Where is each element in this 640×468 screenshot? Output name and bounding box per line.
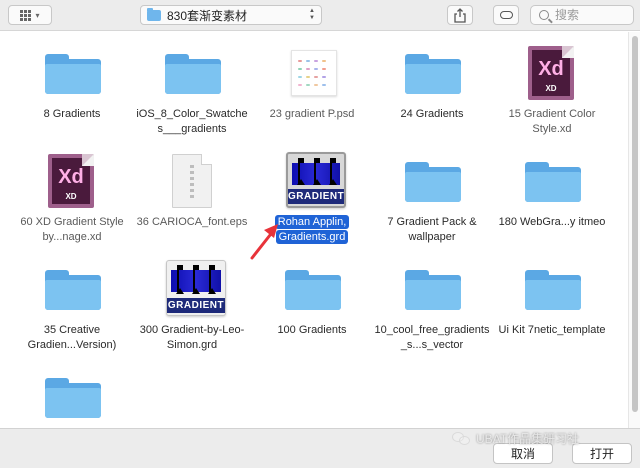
file-name: 7 Gradient Pack & wallpaper: [387, 216, 477, 243]
gradient-file-icon: GRADIENT: [286, 152, 346, 208]
folder-icon: [147, 7, 161, 21]
file-item-7-gradient-pack[interactable]: 7 Gradient Pack & wallpaper: [372, 148, 492, 245]
toolbar: ▾ 830套渐变素材 ▲ ▼: [0, 0, 640, 31]
file-name: 100 Gradients: [277, 324, 347, 336]
file-item-24-gradients[interactable]: 24 Gradients: [372, 40, 492, 122]
file-item-100-gradients[interactable]: 100 Gradients: [252, 256, 372, 338]
file-item-8-gradients[interactable]: 8 Gradients: [12, 40, 132, 122]
file-name: 15 Gradient Color Style.xd: [508, 108, 596, 135]
open-button[interactable]: 打开: [572, 443, 632, 464]
file-name: 8 Gradients: [43, 108, 101, 120]
folder-icon: [285, 270, 341, 310]
file-item-15-gradient-xd[interactable]: Xd XD 15 Gradient Color Style.xd: [492, 40, 612, 137]
xd-file-icon: Xd XD: [528, 46, 574, 100]
share-button[interactable]: [447, 5, 473, 25]
file-browser: 8 Gradients iOS_8_Color_Swatches___gradi…: [0, 32, 628, 428]
folder-icon: [405, 162, 461, 202]
search-input[interactable]: [555, 8, 625, 22]
up-down-arrows-icon: ▲ ▼: [309, 8, 315, 21]
scrollbar-thumb[interactable]: [632, 36, 638, 412]
search-icon: [539, 10, 549, 20]
file-name: 10_cool_free_gradients_s...s_vector: [374, 324, 490, 351]
folder-icon: [165, 54, 221, 94]
file-name: 23 gradient P.psd: [269, 108, 355, 120]
file-name: iOS_8_Color_Swatches___gradients: [136, 108, 248, 135]
tag-button[interactable]: [493, 5, 519, 25]
file-item-carioca-eps[interactable]: 36 CARIOCA_font.eps: [132, 148, 252, 230]
file-name: 60 XD Gradient Style by...nage.xd: [20, 216, 124, 243]
file-name: Ui Kit 7netic_template: [498, 324, 606, 336]
file-item-10-cool-free[interactable]: 10_cool_free_gradients_s...s_vector: [372, 256, 492, 353]
folder-icon: [405, 54, 461, 94]
file-item-ui-kit[interactable]: Ui Kit 7netic_template: [492, 256, 612, 338]
file-name: 300 Gradient-by-Leo-Simon.grd: [139, 324, 245, 351]
file-item-ios8-swatches[interactable]: iOS_8_Color_Swatches___gradients: [132, 40, 252, 137]
watermark: UBAT作品集研习社: [452, 430, 579, 447]
file-item-folder[interactable]: [12, 364, 132, 428]
file-item-300-gradient-grd[interactable]: GRADIENT 300 Gradient-by-Leo-Simon.grd: [132, 256, 252, 353]
file-item-35-creative[interactable]: 35 Creative Gradien...Version): [12, 256, 132, 353]
path-popup[interactable]: 830套渐变素材 ▲ ▼: [140, 5, 322, 25]
file-item-23-gradient-psd[interactable]: 23 gradient P.psd: [252, 40, 372, 122]
share-icon: [454, 7, 466, 23]
red-arrow-icon: [250, 224, 278, 260]
file-name: 24 Gradients: [400, 108, 464, 120]
folder-icon: [405, 270, 461, 310]
file-name: 180 WebGra...y itmeo: [498, 216, 606, 228]
file-name: 35 Creative Gradien...Version): [27, 324, 117, 351]
tag-icon: [499, 11, 513, 19]
folder-icon: [525, 270, 581, 310]
file-item-180-webgradients[interactable]: 180 WebGra...y itmeo: [492, 148, 612, 230]
gradient-file-icon: GRADIENT: [166, 260, 226, 316]
psd-thumbnail-icon: [291, 50, 337, 96]
wechat-icon: [452, 431, 472, 446]
folder-icon: [525, 162, 581, 202]
chevron-down-icon: ▾: [35, 10, 40, 20]
xd-file-icon: Xd XD: [48, 154, 94, 208]
vertical-scrollbar[interactable]: [628, 32, 640, 428]
file-name: 36 CARIOCA_font.eps: [136, 216, 248, 228]
current-folder-label: 830套渐变素材: [167, 8, 248, 23]
watermark-text: UBAT作品集研习社: [476, 432, 580, 446]
folder-icon: [45, 270, 101, 310]
icon-grid-icon: [20, 9, 32, 21]
file-item-60-xd-gradient[interactable]: Xd XD 60 XD Gradient Style by...nage.xd: [12, 148, 132, 245]
folder-icon: [45, 54, 101, 94]
search-field[interactable]: [530, 5, 634, 25]
view-mode-button[interactable]: ▾: [8, 5, 52, 25]
eps-document-icon: [172, 154, 212, 208]
folder-icon: [45, 378, 101, 418]
